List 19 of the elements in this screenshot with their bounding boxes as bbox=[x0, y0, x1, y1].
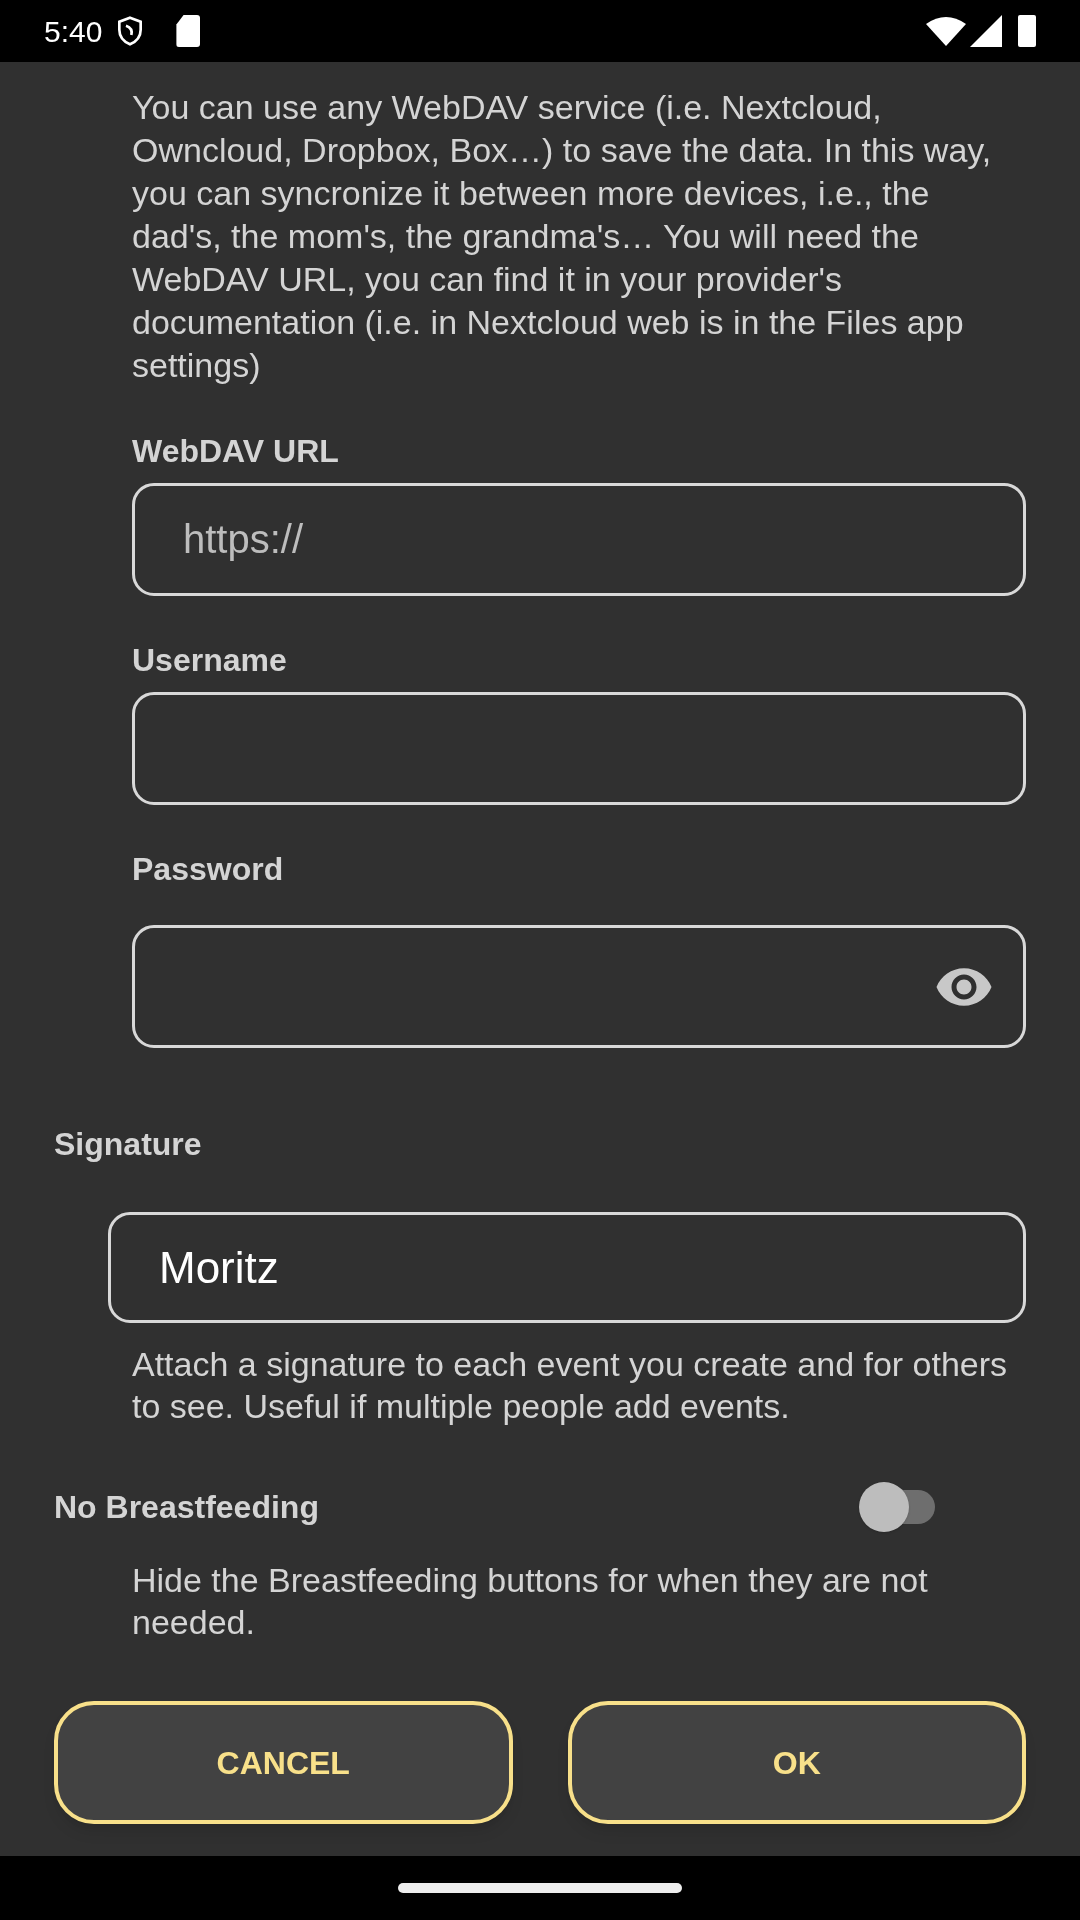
battery-icon bbox=[1018, 15, 1036, 47]
input-field[interactable]: https:// bbox=[132, 483, 1026, 596]
field-label: Password bbox=[132, 850, 285, 889]
webdav-description: You can use any WebDAV service (i.e. Nextcloud, Owncloud, Dropbox, Box…) to save the data. In this way, you can syncronize it between more devices, i.e., the dad's, the mom's, the grandma's… You will need the WebDAV URL, you can find it in your provider's documentation (i.e. in Nextcloud web is in the Files app settings) bbox=[132, 87, 993, 386]
setting-label: No Breastfeeding bbox=[54, 1488, 319, 1527]
field-label: WebDAV URL bbox=[132, 432, 340, 471]
signature-label: Signature bbox=[54, 1125, 203, 1164]
signature-help: Attach a signature to each event you create and for others to see. Useful if multiple people add events. bbox=[132, 1344, 1009, 1427]
password-field[interactable] bbox=[132, 925, 1026, 1048]
dialog-button[interactable]: OK bbox=[567, 1701, 1026, 1824]
clock: 5:40 bbox=[44, 13, 103, 50]
input-field[interactable] bbox=[132, 692, 1026, 805]
setting-help: Hide the Breastfeeding buttons for when they are not needed. bbox=[132, 1560, 929, 1643]
sd-card-icon bbox=[176, 15, 201, 47]
signal-icon bbox=[970, 15, 1002, 47]
signature-field[interactable]: Moritz bbox=[108, 1212, 1026, 1323]
field-label: Username bbox=[132, 641, 288, 680]
dialog-button[interactable]: CANCEL bbox=[54, 1701, 513, 1824]
wifi-icon bbox=[926, 16, 966, 46]
